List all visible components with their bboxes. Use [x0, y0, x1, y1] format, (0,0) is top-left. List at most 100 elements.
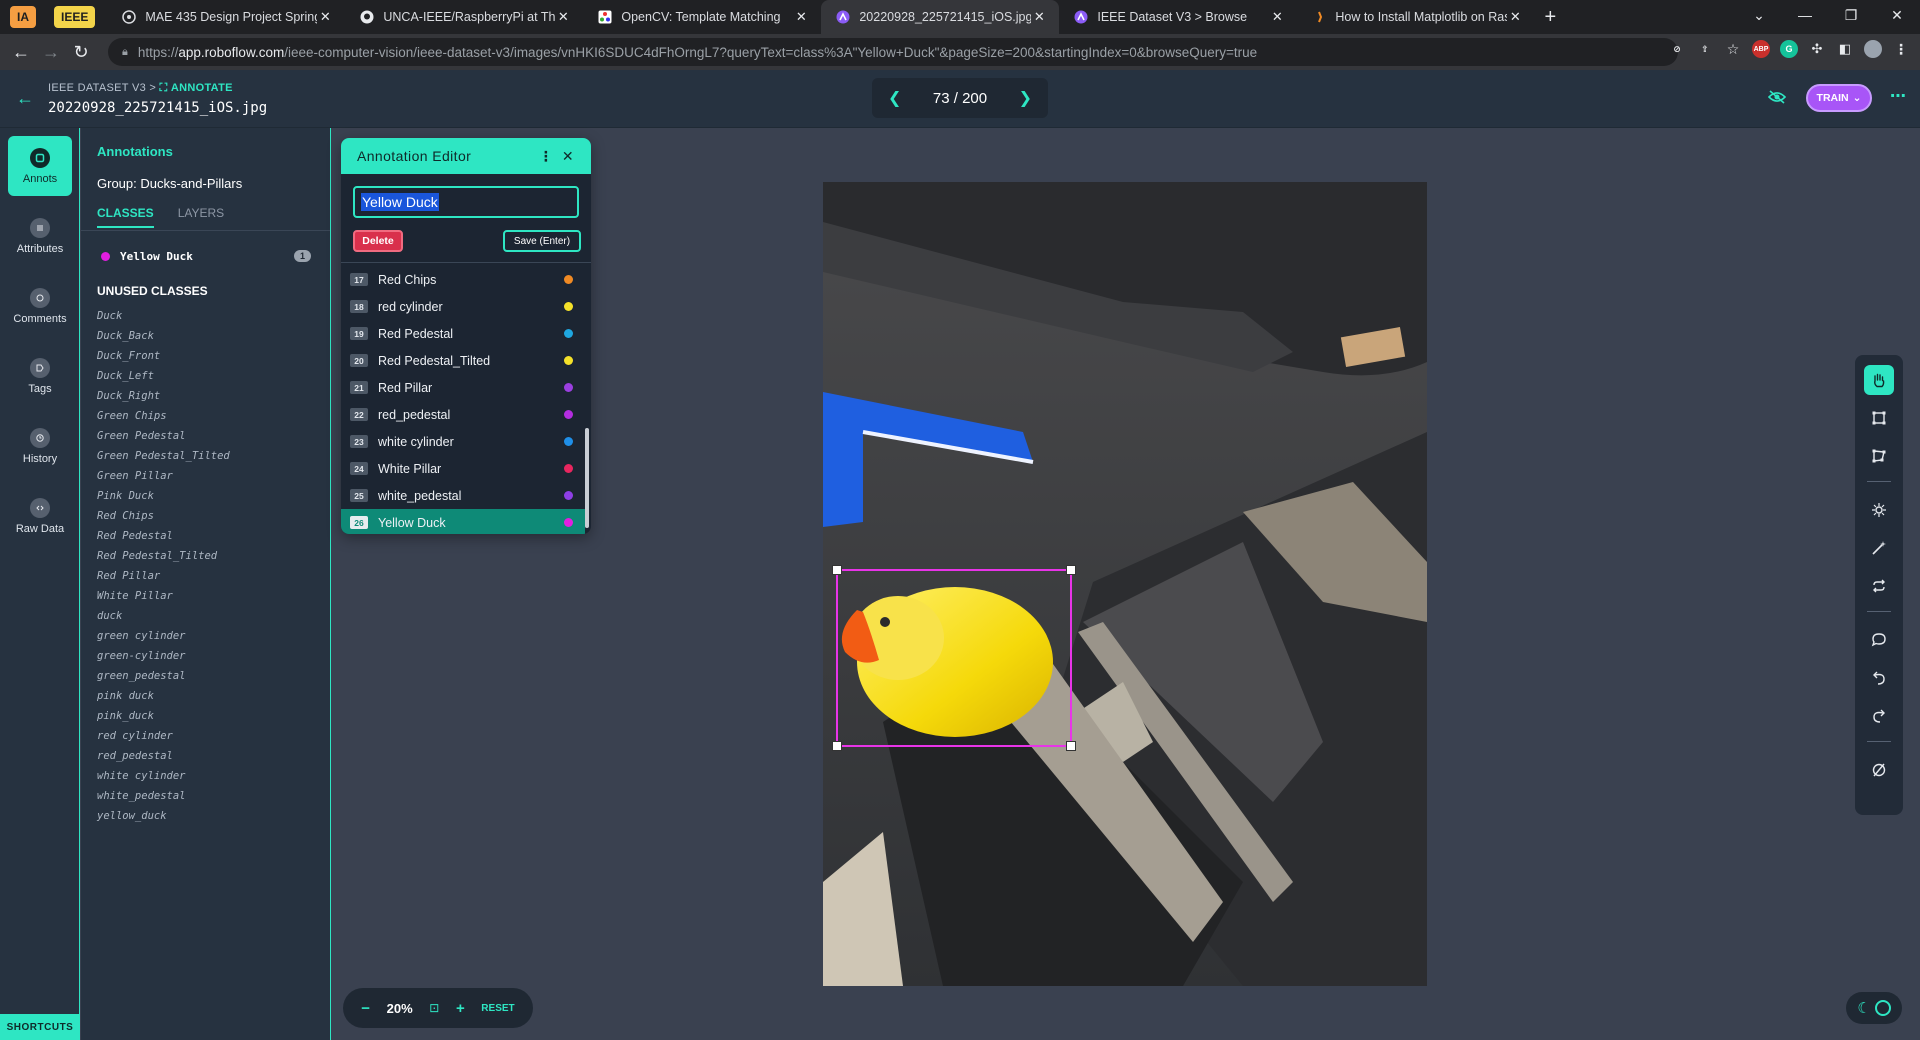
close-icon[interactable]: ✕	[555, 9, 571, 25]
menu-icon[interactable]: ⋮	[1892, 40, 1910, 58]
eye-off-icon[interactable]: ⊘	[1668, 40, 1686, 58]
puzzle-icon[interactable]: ✣	[1808, 40, 1826, 58]
tab-layers[interactable]: LAYERS	[178, 206, 224, 228]
zoom-out-icon[interactable]: −	[361, 1000, 370, 1017]
unused-class-item[interactable]: Green Pedestal_Tilted	[97, 450, 230, 470]
unused-class-item[interactable]: pink duck	[97, 690, 230, 710]
unused-class-item[interactable]: Red Pillar	[97, 570, 230, 590]
browser-tab[interactable]: MAE 435 Design Project Spring 2 ✕	[107, 0, 345, 34]
unused-class-item[interactable]: White Pillar	[97, 590, 230, 610]
breadcrumb-dataset[interactable]: IEEE DATASET V3	[48, 82, 146, 94]
save-button[interactable]: Save (Enter)	[503, 230, 581, 252]
sidepanel-icon[interactable]: ◧	[1836, 40, 1854, 58]
unused-class-item[interactable]: red cylinder	[97, 730, 230, 750]
unused-class-item[interactable]: Duck	[97, 310, 230, 330]
scrollbar[interactable]	[585, 428, 589, 528]
next-image-icon[interactable]: ❯	[1019, 88, 1032, 108]
shortcuts-button[interactable]: SHORTCUTS	[0, 1014, 80, 1040]
browser-tab[interactable]: How to Install Matplotlib on Rasp ✕	[1297, 0, 1535, 34]
class-option[interactable]: 22 red_pedestal	[341, 401, 585, 428]
class-option[interactable]: 23 white cylinder	[341, 428, 585, 455]
tab-classes[interactable]: CLASSES	[97, 206, 154, 228]
unused-class-item[interactable]: Duck_Right	[97, 390, 230, 410]
class-name-input[interactable]: Yellow Duck	[353, 186, 579, 218]
browser-tab-active[interactable]: 20220928_225721415_iOS.jpg > ✕	[821, 0, 1060, 34]
close-icon[interactable]: ✕	[557, 148, 579, 165]
bounding-box[interactable]	[832, 565, 1076, 751]
back-arrow-icon[interactable]: ←	[16, 88, 34, 109]
adblock-icon[interactable]: ABP	[1752, 40, 1770, 58]
close-icon[interactable]: ✕	[1269, 9, 1285, 25]
pinned-tab-ieee[interactable]: IEEE	[54, 6, 96, 28]
close-icon[interactable]: ✕	[1507, 9, 1523, 25]
class-option[interactable]: 25 white_pedestal	[341, 482, 585, 509]
more-vertical-icon[interactable]: ⋮	[535, 148, 557, 165]
rail-item-attributes[interactable]: Attributes	[8, 206, 72, 266]
resize-handle[interactable]	[1066, 565, 1076, 575]
train-button[interactable]: TRAIN ⌄	[1806, 84, 1872, 112]
close-icon[interactable]: ✕	[793, 9, 809, 25]
polygon-tool-button[interactable]	[1864, 441, 1894, 471]
unused-class-item[interactable]: Duck_Back	[97, 330, 230, 350]
zoom-in-icon[interactable]: +	[456, 1000, 465, 1017]
minimize-icon[interactable]: —	[1782, 0, 1828, 30]
theme-toggle[interactable]: ☾	[1846, 992, 1902, 1024]
reload-icon[interactable]: ↻	[66, 37, 96, 67]
annotation-image[interactable]	[823, 182, 1427, 986]
unused-class-item[interactable]: Green Pedestal	[97, 430, 230, 450]
unused-class-item[interactable]: Green Pillar	[97, 470, 230, 490]
rail-item-comments[interactable]: Comments	[8, 276, 72, 336]
undo-button[interactable]	[1864, 663, 1894, 693]
resize-handle[interactable]	[832, 741, 842, 751]
smart-polygon-tool-button[interactable]	[1864, 495, 1894, 525]
unused-class-item[interactable]: Red Chips	[97, 510, 230, 530]
redo-button[interactable]	[1864, 701, 1894, 731]
new-tab-button[interactable]: +	[1535, 6, 1565, 29]
tab-search-icon[interactable]: ⌄	[1736, 0, 1782, 30]
pinned-tab-ia[interactable]: IA	[10, 6, 36, 28]
rail-item-raw-data[interactable]: Raw Data	[8, 486, 72, 546]
unused-class-item[interactable]: white cylinder	[97, 770, 230, 790]
previous-image-icon[interactable]: ❮	[888, 88, 901, 108]
unused-class-item[interactable]: red_pedestal	[97, 750, 230, 770]
class-option[interactable]: 20 Red Pedestal_Tilted	[341, 347, 585, 374]
resize-handle[interactable]	[832, 565, 842, 575]
unused-class-item[interactable]: green_pedestal	[97, 670, 230, 690]
rail-item-history[interactable]: History	[8, 416, 72, 476]
hide-annotations-icon[interactable]	[1768, 90, 1786, 104]
bounding-box-tool-button[interactable]	[1864, 403, 1894, 433]
share-icon[interactable]: ⇪	[1696, 40, 1714, 58]
delete-button[interactable]: Delete	[353, 230, 403, 252]
rail-item-annots[interactable]: Annots	[8, 136, 72, 196]
class-option[interactable]: 18 red cylinder	[341, 293, 585, 320]
class-option[interactable]: 26 Yellow Duck	[341, 509, 585, 534]
forward-icon[interactable]: →	[36, 37, 66, 67]
window-close-icon[interactable]: ✕	[1874, 0, 1920, 30]
avatar[interactable]	[1864, 40, 1882, 58]
unused-class-item[interactable]: green-cylinder	[97, 650, 230, 670]
null-annotation-button[interactable]	[1864, 755, 1894, 785]
reset-zoom-button[interactable]: RESET	[481, 1003, 514, 1014]
lock-zoom-icon[interactable]: ⊡	[429, 1001, 439, 1015]
star-icon[interactable]: ☆	[1724, 40, 1742, 58]
browser-tab[interactable]: UNCA-IEEE/RaspberryPi at TheM ✕	[345, 0, 583, 34]
grammarly-icon[interactable]: G	[1780, 40, 1798, 58]
unused-class-item[interactable]: Green Chips	[97, 410, 230, 430]
unused-class-item[interactable]: Red Pedestal_Tilted	[97, 550, 230, 570]
label-assist-tool-button[interactable]	[1864, 533, 1894, 563]
used-class-item[interactable]: Yellow Duck 1	[101, 246, 311, 266]
unused-class-item[interactable]: pink_duck	[97, 710, 230, 730]
more-options-icon[interactable]: ⋯	[1890, 86, 1906, 106]
restore-icon[interactable]: ❐	[1828, 0, 1874, 30]
unused-class-item[interactable]: Pink Duck	[97, 490, 230, 510]
unused-class-item[interactable]: green cylinder	[97, 630, 230, 650]
class-option[interactable]: 21 Red Pillar	[341, 374, 585, 401]
comment-tool-button[interactable]	[1864, 625, 1894, 655]
class-option[interactable]: 19 Red Pedestal	[341, 320, 585, 347]
back-icon[interactable]: ←	[6, 37, 36, 67]
unused-class-item[interactable]: white_pedestal	[97, 790, 230, 810]
unused-class-item[interactable]: duck	[97, 610, 230, 630]
rail-item-tags[interactable]: Tags	[8, 346, 72, 406]
unused-class-item[interactable]: Duck_Left	[97, 370, 230, 390]
url-input[interactable]: 🔒︎ https://app.roboflow.com/ieee-compute…	[108, 38, 1678, 66]
